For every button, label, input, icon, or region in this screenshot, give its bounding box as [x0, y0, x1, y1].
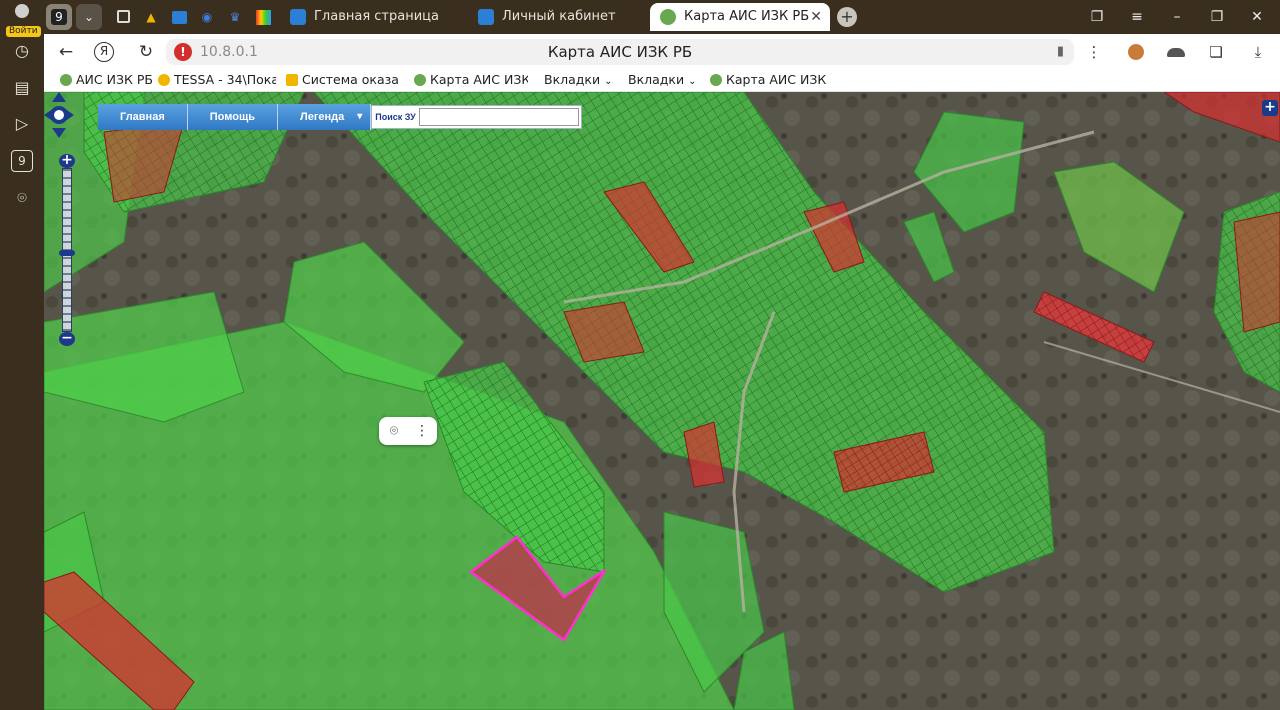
emblem-icon: ♛ [229, 10, 241, 24]
bookmark-item[interactable]: Карта АИС ИЗК Р [708, 70, 826, 92]
pinned-tab-3[interactable] [166, 4, 192, 30]
bookmark-label: Система оказани [302, 72, 400, 87]
address-bar: ← Я ↻ ! 10.8.0.1 Карта АИС ИЗК РБ ▮ ⋮ ❏ … [44, 34, 1280, 70]
bookmark-label: Вкладки [628, 72, 685, 87]
map-globe-icon [414, 74, 426, 86]
reload-icon[interactable]: ↻ [134, 40, 158, 64]
service-icon [286, 74, 298, 86]
extension-hat-icon[interactable] [1164, 40, 1188, 64]
pinned-tab-5[interactable]: ♛ [222, 4, 248, 30]
sign-in-label: Войти [6, 26, 41, 37]
chevron-down-icon: ⌄ [688, 76, 697, 87]
zoom-slider-handle[interactable] [59, 250, 75, 256]
zoom-in-button[interactable]: + [59, 153, 75, 168]
bookmark-folder[interactable]: Вкладки ⌄ [544, 70, 614, 92]
map-canvas[interactable] [44, 92, 1280, 710]
new-tab-button[interactable]: + [837, 7, 857, 27]
parcel-search-label: Поиск ЗУ [375, 112, 416, 122]
yandex-icon[interactable]: Я [94, 42, 114, 62]
bookmark-item[interactable]: АИС ИЗК РБ [58, 70, 154, 92]
nine-icon[interactable]: 9 [11, 150, 33, 172]
bookmarks-bar: АИС ИЗК РБ TESSA - 34\Показ Система оказ… [44, 70, 1280, 92]
tab-close-icon[interactable]: ✕ [810, 3, 822, 31]
tessa-icon [158, 74, 170, 86]
tab-list-chevron-icon[interactable]: ⌄ [76, 4, 102, 30]
bookmark-item[interactable]: Система оказани [284, 70, 400, 92]
map-globe-icon [710, 74, 722, 86]
bookmark-item[interactable]: TESSA - 34\Показ [156, 70, 276, 92]
pan-down-icon[interactable] [52, 128, 66, 138]
sidebar-panel-icon[interactable]: ❐ [1086, 6, 1108, 28]
site-favicon-icon [290, 9, 306, 25]
bookmark-folder[interactable]: Вкладки ⌄ [628, 70, 698, 92]
restore-icon[interactable]: ❐ [1206, 6, 1228, 28]
bookmark-label: TESSA - 34\Показ [174, 72, 276, 87]
sign-in-button[interactable]: Войти [6, 4, 41, 37]
pinned-tab-6[interactable] [250, 4, 276, 30]
bookmark-label: Карта АИС ИЗК Р [726, 72, 826, 87]
parcel-search-input[interactable] [418, 108, 579, 126]
pinned-tab-2[interactable]: ▲ [138, 4, 164, 30]
menu-icon[interactable]: ≡ [1126, 6, 1148, 28]
tessa-icon: ▲ [146, 10, 156, 24]
screenshot-camera-icon[interactable]: ⌾ [380, 417, 408, 445]
map-menu-bar: Главная Помощь Легенда Поиск ЗУ [98, 104, 582, 130]
more-vertical-icon[interactable]: ⋮ [408, 417, 436, 445]
site-favicon-icon [478, 9, 494, 25]
bookmark-label: Карта АИС ИЗК Р [430, 72, 528, 87]
tab-label: Карта АИС ИЗК РБ [684, 9, 810, 24]
globe-icon: ◉ [201, 10, 213, 24]
browser-sidebar: Войти ◷ ▤ ▷ 9 ⌾ [0, 0, 44, 710]
back-arrow-icon[interactable]: ← [54, 40, 78, 64]
tab-label: Главная страница [314, 9, 439, 24]
color-grid-icon [255, 10, 271, 25]
extensions-puzzle-icon[interactable]: ❏ [1204, 40, 1228, 64]
more-options-icon[interactable]: ⋮ [1082, 40, 1106, 64]
zoom-out-button[interactable]: − [59, 331, 75, 346]
close-window-icon[interactable]: ✕ [1246, 6, 1268, 28]
layer-switcher-plus-icon[interactable]: + [1262, 100, 1278, 116]
camera-icon[interactable]: ⌾ [11, 187, 33, 209]
pan-control[interactable] [44, 92, 74, 138]
floating-toolbar: ⌾ ⋮ [379, 417, 437, 445]
tab-strip: 9 ⌄ ▲ ◉ ♛ Главная страница Личный кабине… [44, 0, 1280, 34]
mail-icon [171, 11, 187, 24]
bookmark-label: АИС ИЗК РБ [76, 72, 153, 87]
bookmark-icon[interactable]: ▮ [1057, 44, 1064, 59]
tab-group-button[interactable]: 9 [46, 4, 72, 30]
chevron-down-icon: ⌄ [604, 76, 613, 87]
collections-icon[interactable]: ▤ [11, 77, 33, 99]
extension-avatar-icon[interactable] [1124, 40, 1148, 64]
page-title: Карта АИС ИЗК РБ [547, 43, 693, 61]
bookmark-item[interactable]: Карта АИС ИЗК Р [412, 70, 528, 92]
pinned-tab-4[interactable]: ◉ [194, 4, 220, 30]
pinned-site-icon [116, 10, 130, 23]
menu-legend-dropdown[interactable]: Легенда [278, 104, 372, 130]
history-clock-icon[interactable]: ◷ [11, 40, 33, 62]
map-favicon-icon [660, 9, 676, 25]
url-field[interactable]: ! 10.8.0.1 Карта АИС ИЗК РБ ▮ [166, 39, 1074, 65]
menu-help-button[interactable]: Помощь [187, 104, 278, 130]
user-avatar-icon [15, 4, 29, 18]
browser-window: Войти ◷ ▤ ▷ 9 ⌾ 9 ⌄ ▲ ◉ ♛ Главная страни… [0, 0, 1280, 710]
tab-personal-account[interactable]: Личный кабинет [468, 3, 648, 31]
tab-label: Личный кабинет [502, 9, 616, 24]
bookmark-label: Вкладки [544, 72, 601, 87]
menu-home-button[interactable]: Главная [98, 104, 188, 130]
nine-icon: 9 [51, 9, 67, 25]
tab-home[interactable]: Главная страница [280, 3, 468, 31]
parcel-search: Поиск ЗУ [371, 105, 582, 129]
download-icon[interactable]: ⤓ [1246, 40, 1270, 64]
tab-map-active[interactable]: Карта АИС ИЗК РБ ✕ [650, 3, 830, 31]
minimize-icon[interactable]: – [1166, 6, 1188, 28]
pinned-tab-1[interactable] [110, 4, 136, 30]
zoom-control: + − [59, 153, 75, 346]
pan-up-icon[interactable] [52, 92, 66, 102]
play-icon[interactable]: ▷ [11, 113, 33, 135]
map-globe-icon [60, 74, 72, 86]
map-viewport[interactable]: + − Главная Помощь Легенда Поиск ЗУ ⌾ ⋮ … [44, 92, 1280, 710]
